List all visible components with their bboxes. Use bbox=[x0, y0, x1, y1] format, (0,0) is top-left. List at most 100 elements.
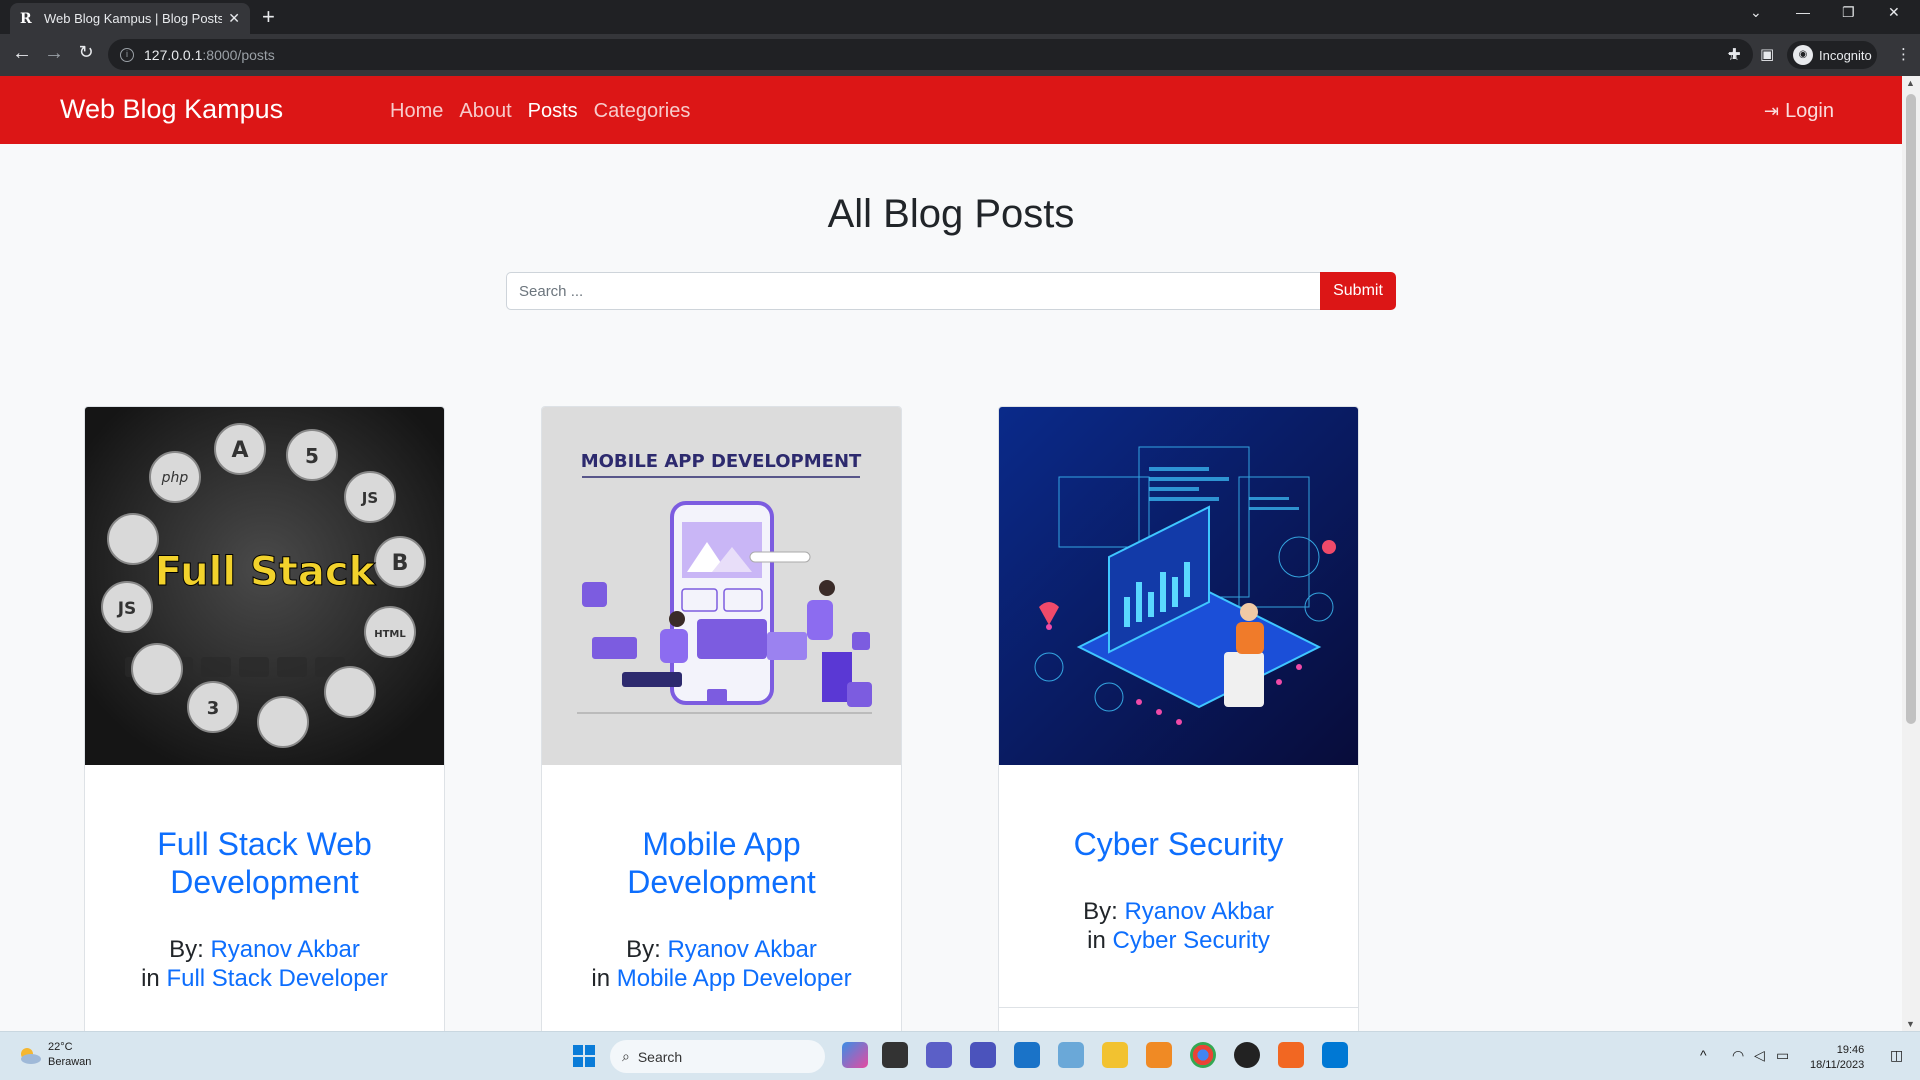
post-card-body: Full Stack Web Development By: Ryanov Ak… bbox=[85, 765, 444, 993]
submit-button[interactable]: Submit bbox=[1320, 272, 1396, 310]
chrome-icon[interactable] bbox=[1190, 1042, 1216, 1068]
post-meta: By: Ryanov Akbar in Full Stack Developer bbox=[103, 935, 426, 993]
volume-icon[interactable]: ◁ bbox=[1754, 1047, 1765, 1064]
incognito-icon: ◉ bbox=[1793, 45, 1813, 65]
bootstrap-badge: B bbox=[392, 551, 409, 576]
site-brand[interactable]: Web Blog Kampus bbox=[60, 94, 283, 125]
page-title: All Blog Posts bbox=[827, 192, 1075, 236]
url-path: :8000/posts bbox=[202, 46, 275, 63]
nav-categories[interactable]: Categories bbox=[594, 100, 691, 123]
node-badge: JS bbox=[361, 489, 378, 507]
by-label: By: bbox=[169, 936, 204, 963]
favicon-icon: R bbox=[20, 10, 32, 27]
angular-badge: A bbox=[231, 438, 248, 463]
taskbar-search[interactable]: ⌕ Search bbox=[610, 1040, 825, 1073]
temperature: 22°C bbox=[48, 1041, 73, 1053]
in-label: in bbox=[141, 965, 160, 992]
nav-home[interactable]: Home bbox=[390, 100, 443, 123]
show-hidden-icons-icon[interactable]: ^ bbox=[1700, 1047, 1707, 1063]
menu-icon[interactable]: ⋮ bbox=[1896, 45, 1911, 63]
notification-icon[interactable]: ◫ bbox=[1890, 1047, 1903, 1064]
by-label: By: bbox=[626, 936, 661, 963]
post-image-mobile[interactable]: MOBILE APP DEVELOPMENT bbox=[542, 407, 901, 765]
category-link[interactable]: Full Stack Developer bbox=[166, 965, 387, 992]
login-link[interactable]: ⇥ Login bbox=[1764, 100, 1834, 123]
page-scrollbar[interactable]: ▲ ▼ bbox=[1902, 76, 1920, 1031]
wifi-icon[interactable]: ◠ bbox=[1732, 1047, 1744, 1064]
tab-search-icon[interactable]: ⌄ bbox=[1750, 4, 1762, 21]
php-badge: php bbox=[161, 470, 189, 486]
restore-icon[interactable]: ❐ bbox=[1842, 4, 1855, 21]
xampp-icon[interactable] bbox=[1278, 1042, 1304, 1068]
post-meta: By: Ryanov Akbar in Cyber Security bbox=[1017, 897, 1340, 955]
obs-icon[interactable] bbox=[1234, 1042, 1260, 1068]
scroll-up-icon[interactable]: ▲ bbox=[1906, 78, 1915, 88]
site-navbar: Web Blog Kampus Home About Posts Categor… bbox=[0, 76, 1902, 144]
in-label: in bbox=[1087, 927, 1106, 954]
control-panel-icon[interactable] bbox=[1058, 1042, 1084, 1068]
search-form: Submit bbox=[506, 272, 1396, 310]
login-icon: ⇥ bbox=[1763, 101, 1780, 121]
post-title-link[interactable]: Cyber Security bbox=[1017, 825, 1340, 863]
post-image-fullstack[interactable]: php A 5 JS B HTML JS 3 Full Stack bbox=[85, 407, 444, 765]
weather-condition: Berawan bbox=[48, 1056, 92, 1068]
teams-icon[interactable] bbox=[970, 1042, 996, 1068]
site-info-icon[interactable]: i bbox=[120, 47, 134, 62]
task-view-icon[interactable] bbox=[882, 1042, 908, 1068]
tab-title: Web Blog Kampus | Blog Posts bbox=[44, 11, 223, 26]
teams-chat-icon[interactable] bbox=[926, 1042, 952, 1068]
nav-posts[interactable]: Posts bbox=[528, 100, 578, 123]
category-link[interactable]: Cyber Security bbox=[1112, 927, 1269, 954]
copilot-icon[interactable] bbox=[842, 1042, 868, 1068]
file-explorer-icon[interactable] bbox=[1102, 1042, 1128, 1068]
author-link[interactable]: Ryanov Akbar bbox=[1124, 898, 1273, 925]
login-label: Login bbox=[1785, 100, 1834, 122]
search-icon: ⌕ bbox=[622, 1048, 630, 1064]
cloudy-weather-icon bbox=[21, 1048, 41, 1064]
back-icon[interactable]: ← bbox=[10, 42, 34, 65]
reload-icon[interactable]: ↻ bbox=[74, 42, 98, 63]
scrollbar-thumb[interactable] bbox=[1906, 94, 1916, 724]
weather-widget[interactable]: 22°C Berawan bbox=[16, 1040, 91, 1070]
battery-icon[interactable]: ▭ bbox=[1776, 1047, 1789, 1064]
post-meta: By: Ryanov Akbar in Mobile App Developer bbox=[560, 935, 883, 993]
css3-badge: 3 bbox=[207, 698, 220, 719]
side-panel-icon[interactable]: ▣ bbox=[1760, 45, 1774, 63]
incognito-profile[interactable]: ◉ Incognito bbox=[1787, 41, 1877, 69]
url-host: 127.0.0.1 bbox=[144, 46, 203, 63]
windows-start-icon[interactable] bbox=[573, 1045, 595, 1067]
clock-date: 18/11/2023 bbox=[1810, 1059, 1865, 1071]
extensions-icon[interactable]: ✚ bbox=[1728, 45, 1741, 63]
post-title-link[interactable]: Mobile App Development bbox=[560, 825, 883, 901]
scroll-down-icon[interactable]: ▼ bbox=[1906, 1019, 1915, 1029]
close-tab-icon[interactable]: ✕ bbox=[228, 10, 240, 27]
mobile-image-text: MOBILE APP DEVELOPMENT bbox=[581, 451, 862, 472]
post-title-link[interactable]: Full Stack Web Development bbox=[103, 825, 426, 901]
page-viewport: Web Blog Kampus Home About Posts Categor… bbox=[0, 76, 1902, 1031]
media-player-icon[interactable] bbox=[1146, 1042, 1172, 1068]
post-image-cyber[interactable] bbox=[999, 407, 1358, 765]
browser-tab[interactable]: R Web Blog Kampus | Blog Posts ✕ bbox=[10, 3, 250, 34]
post-card: Cyber Security By: Ryanov Akbar in Cyber… bbox=[998, 406, 1359, 1031]
new-tab-icon[interactable]: + bbox=[262, 4, 275, 30]
card-footer-divider bbox=[999, 1007, 1358, 1008]
author-link[interactable]: Ryanov Akbar bbox=[667, 936, 816, 963]
nav-links: Home About Posts Categories bbox=[390, 100, 690, 123]
window-close-icon[interactable]: ✕ bbox=[1888, 4, 1900, 21]
category-link[interactable]: Mobile App Developer bbox=[617, 965, 852, 992]
author-link[interactable]: Ryanov Akbar bbox=[210, 936, 359, 963]
nav-about[interactable]: About bbox=[459, 100, 511, 123]
post-card: php A 5 JS B HTML JS 3 Full Stack Full S… bbox=[84, 406, 445, 1031]
system-clock[interactable]: 19:46 18/11/2023 bbox=[1810, 1043, 1864, 1073]
js-badge: JS bbox=[117, 599, 137, 619]
vscode-icon[interactable] bbox=[1322, 1042, 1348, 1068]
html5-badge: 5 bbox=[305, 444, 319, 468]
search-input[interactable] bbox=[506, 272, 1320, 310]
forward-icon[interactable]: → bbox=[42, 42, 66, 65]
post-card-body: Mobile App Development By: Ryanov Akbar … bbox=[542, 765, 901, 993]
address-bar[interactable]: i 127.0.0.1 :8000/posts ☆ bbox=[108, 39, 1753, 70]
by-label: By: bbox=[1083, 898, 1118, 925]
html-badge: HTML bbox=[374, 629, 406, 640]
minimize-icon[interactable]: — bbox=[1796, 4, 1810, 20]
store-icon[interactable] bbox=[1014, 1042, 1040, 1068]
